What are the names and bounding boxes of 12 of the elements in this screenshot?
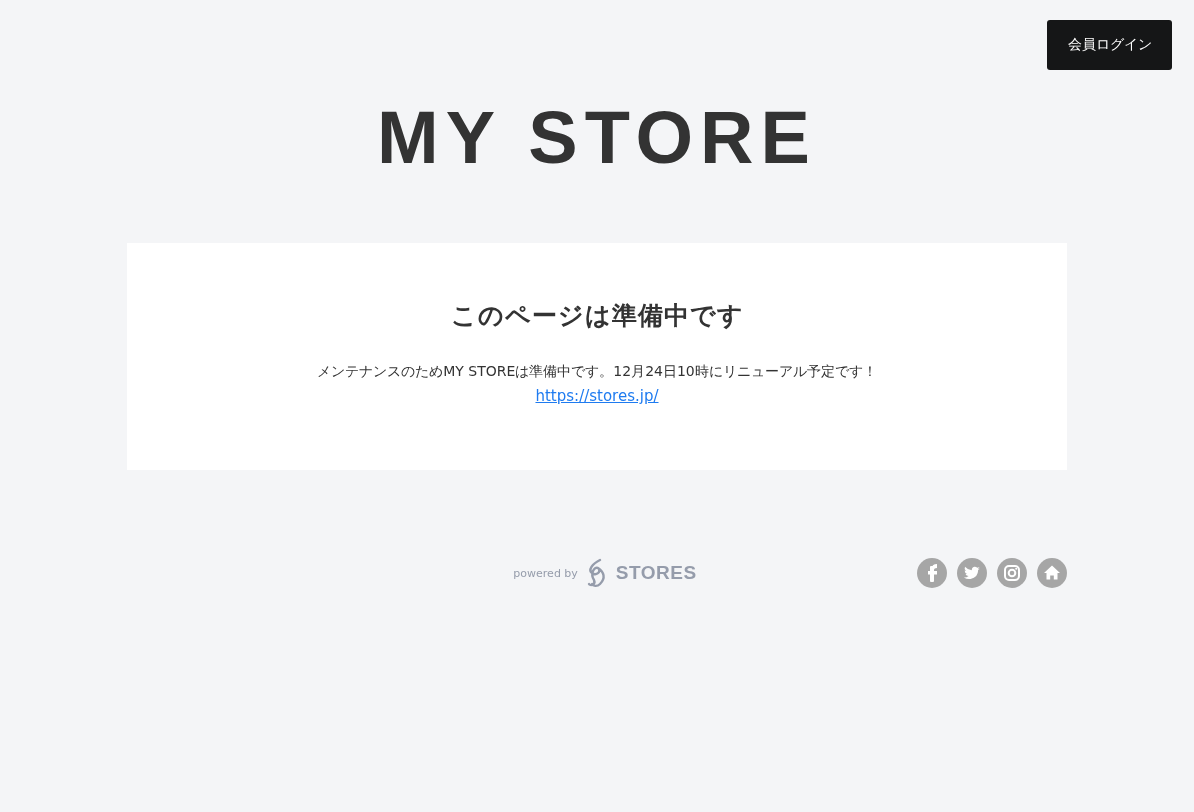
notice-message: メンテナンスのためMY STOREは準備中です。12月24日10時にリニューアル予定です！: [317, 362, 877, 381]
login-button[interactable]: 会員ログイン: [1047, 20, 1172, 70]
swirl-logo-icon[interactable]: [585, 558, 608, 588]
powered-by-label: powered by: [513, 566, 578, 580]
facebook-icon[interactable]: [917, 558, 947, 588]
store-title: MY STORE: [376, 96, 818, 180]
home-icon[interactable]: [1037, 558, 1067, 588]
brand-name[interactable]: STORES: [615, 562, 697, 584]
notice-heading: このページは準備中です: [450, 300, 744, 332]
camera-icon[interactable]: [997, 558, 1027, 588]
store-link[interactable]: https://stores.jp/: [535, 384, 659, 408]
bird-icon[interactable]: [957, 558, 987, 588]
